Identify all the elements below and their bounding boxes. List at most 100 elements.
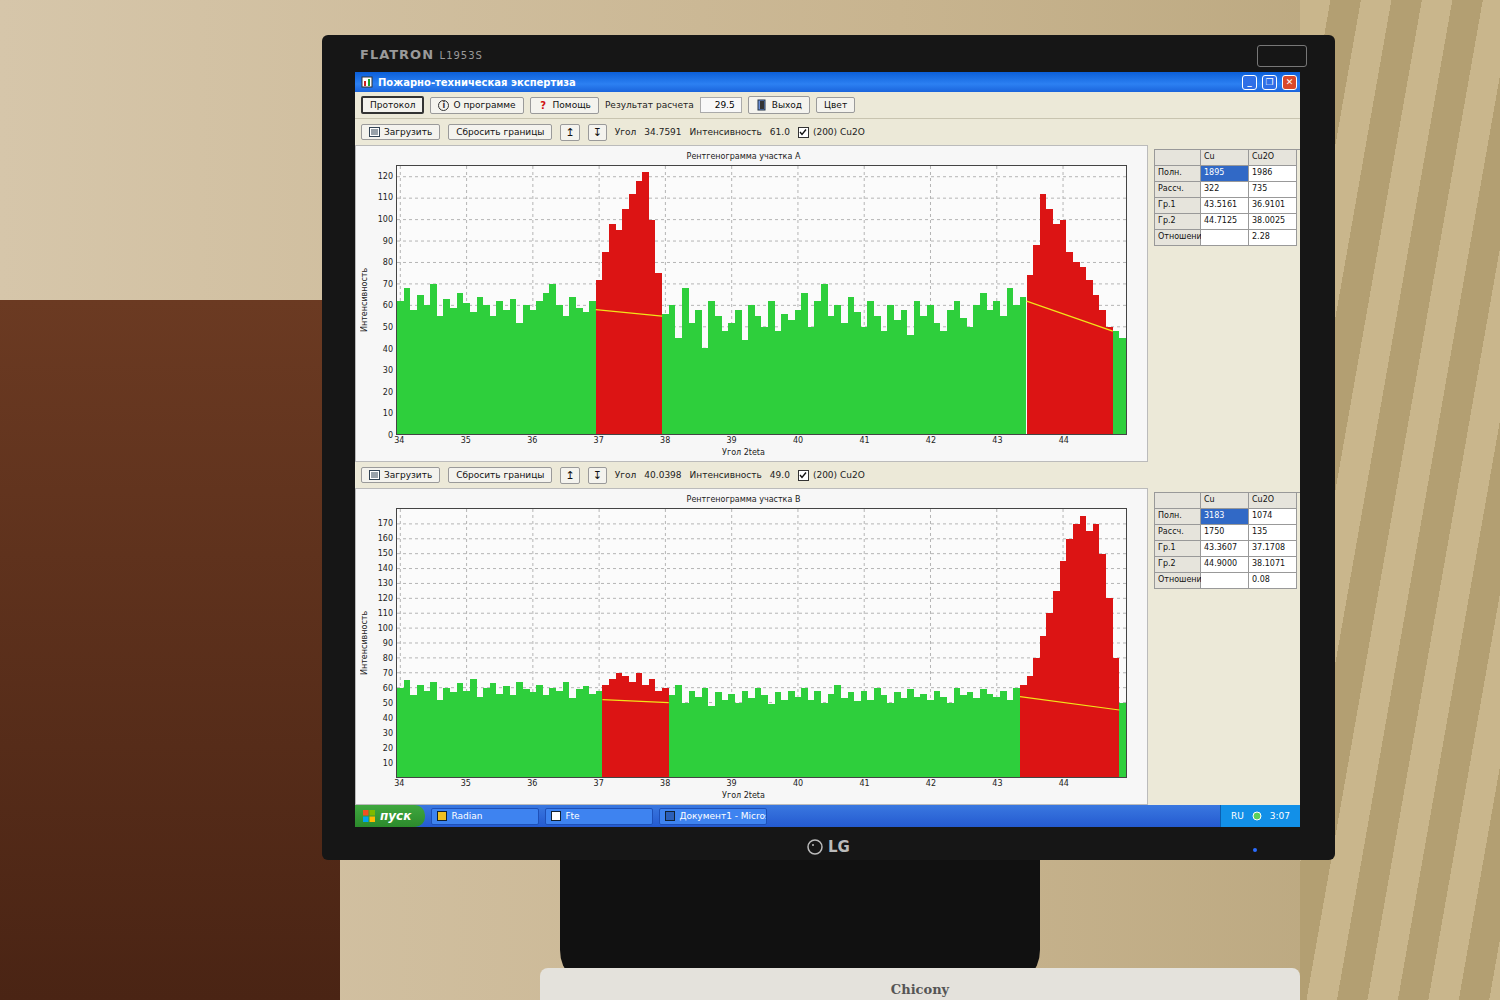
start-button[interactable]: пуск	[355, 805, 425, 827]
table-cell[interactable]: 1750	[1201, 525, 1249, 541]
table-cell[interactable]: 322	[1201, 182, 1249, 198]
taskbar-task[interactable]: Radian	[431, 808, 539, 825]
bar-series	[397, 509, 1126, 777]
intensity-bar	[543, 293, 550, 435]
toolbar-button[interactable]: Протокол	[361, 96, 424, 114]
load-button[interactable]: Загрузить	[361, 467, 440, 483]
intensity-bar	[967, 327, 974, 434]
results-table: CuCu2OПолн.18951986Рассч.322735Гр.143.51…	[1154, 145, 1300, 462]
table-cell[interactable]: 43.5161	[1201, 198, 1249, 214]
taskbar: пуск Radian Fte Документ1 - Microso... RU 3:0…	[355, 805, 1300, 827]
screen: Пожарно-техническая экспертиза_❐✕Протоко…	[355, 72, 1300, 827]
y-tick: 90	[383, 639, 393, 648]
toolbar-button[interactable]: Цвет	[816, 97, 855, 113]
taskbar-task[interactable]: Документ1 - Microso...	[659, 808, 767, 825]
table-cell[interactable]: 38.1071	[1249, 557, 1297, 573]
intensity-bar	[1046, 209, 1053, 434]
intensity-bar	[397, 301, 404, 434]
clock: 3:07	[1270, 811, 1290, 821]
cu2o-checkbox[interactable]: (200) Cu2O	[798, 470, 865, 481]
toolbar-button[interactable]: ?Помощь	[530, 97, 599, 114]
lower-button[interactable]: ↧	[588, 124, 607, 141]
language-indicator[interactable]: RU	[1231, 811, 1244, 821]
y-tick: 20	[383, 744, 393, 753]
x-tick: 41	[859, 436, 869, 445]
cu2o-checkbox[interactable]: (200) Cu2O	[798, 127, 865, 138]
intensity-bar	[960, 318, 967, 434]
intensity-bar	[662, 688, 669, 777]
table-cell[interactable]: 1895	[1201, 166, 1249, 182]
intensity-bar	[589, 301, 596, 434]
load-button[interactable]: Загрузить	[361, 124, 440, 140]
toolbar-button[interactable]: iО программе	[430, 97, 523, 114]
table-cell[interactable]: 0.08	[1249, 573, 1297, 589]
table-cell[interactable]	[1201, 573, 1249, 589]
table-cell[interactable]: 37.1708	[1249, 541, 1297, 557]
intensity-bar	[424, 691, 431, 777]
intensity-bar	[788, 691, 795, 777]
y-tick: 100	[378, 215, 393, 224]
intensity-bar	[496, 694, 503, 777]
result-field[interactable]: 29.5	[700, 97, 742, 113]
intensity-bar	[993, 697, 1000, 777]
monitor-brand: LG	[322, 838, 1335, 856]
intensity-bar	[1033, 245, 1040, 434]
x-tick: 41	[859, 779, 869, 788]
taskbar-task[interactable]: Fte	[545, 808, 653, 825]
plot-area[interactable]	[396, 508, 1127, 778]
y-tick: 20	[383, 387, 393, 396]
checkbox-box[interactable]	[798, 470, 809, 481]
table-cell[interactable]: 2.28	[1249, 230, 1297, 246]
background-region	[397, 166, 596, 434]
peak-region	[1027, 166, 1113, 434]
table-corner	[1155, 493, 1201, 509]
table-cell[interactable]	[1201, 230, 1249, 246]
intensity-bar	[549, 688, 556, 777]
close-button[interactable]: ✕	[1282, 75, 1297, 90]
intensity-bar	[563, 316, 570, 434]
panel-toolbar: ЗагрузитьСбросить границы↥↧Угол40.0398Ин…	[355, 462, 1300, 488]
table-cell[interactable]: 38.0025	[1249, 214, 1297, 230]
intensity-bar	[722, 331, 729, 434]
raise-button[interactable]: ↥	[560, 467, 579, 484]
intensity-bar	[602, 252, 609, 434]
table-cell[interactable]: 1986	[1249, 166, 1297, 182]
table-cell[interactable]: 735	[1249, 182, 1297, 198]
peak-region	[596, 166, 662, 434]
intensity-bar	[920, 694, 927, 777]
table-cell[interactable]: 3183	[1201, 509, 1249, 525]
intensity-bar	[516, 323, 523, 434]
table-cell[interactable]: 1074	[1249, 509, 1297, 525]
toolbar-button[interactable]: Выход	[748, 96, 810, 114]
minimize-button[interactable]: _	[1242, 75, 1257, 90]
intensity-bar	[927, 305, 934, 434]
intensity-bar	[881, 695, 888, 777]
table-cell[interactable]: 36.9101	[1249, 198, 1297, 214]
intensity-bar	[781, 314, 788, 434]
intensity-value: 61.0	[770, 127, 790, 137]
intensity-bar	[1066, 539, 1073, 777]
table-cell[interactable]: 44.9000	[1201, 557, 1249, 573]
row-label: Гр.2	[1155, 214, 1201, 230]
maximize-button[interactable]: ❐	[1262, 75, 1277, 90]
table-cell[interactable]: 135	[1249, 525, 1297, 541]
intensity-bar	[755, 316, 762, 434]
checkbox-box[interactable]	[798, 127, 809, 138]
intensity-bar	[775, 692, 782, 777]
table-cell[interactable]: 43.3607	[1201, 541, 1249, 557]
intensity-bar	[848, 297, 855, 434]
lower-button[interactable]: ↧	[588, 467, 607, 484]
table-cell[interactable]: 44.7125	[1201, 214, 1249, 230]
intensity-bar	[490, 316, 497, 434]
raise-button[interactable]: ↥	[560, 124, 579, 141]
intensity-bar	[841, 698, 848, 777]
intensity-bar	[689, 691, 696, 777]
y-tick: 60	[383, 684, 393, 693]
intensity-bar	[457, 683, 464, 777]
intensity-bar	[430, 682, 437, 777]
intensity-bar	[848, 692, 855, 777]
reset-bounds-button[interactable]: Сбросить границы	[448, 124, 552, 140]
reset-bounds-button[interactable]: Сбросить границы	[448, 467, 552, 483]
plot-area[interactable]	[396, 165, 1127, 435]
intensity-bar	[470, 312, 477, 434]
